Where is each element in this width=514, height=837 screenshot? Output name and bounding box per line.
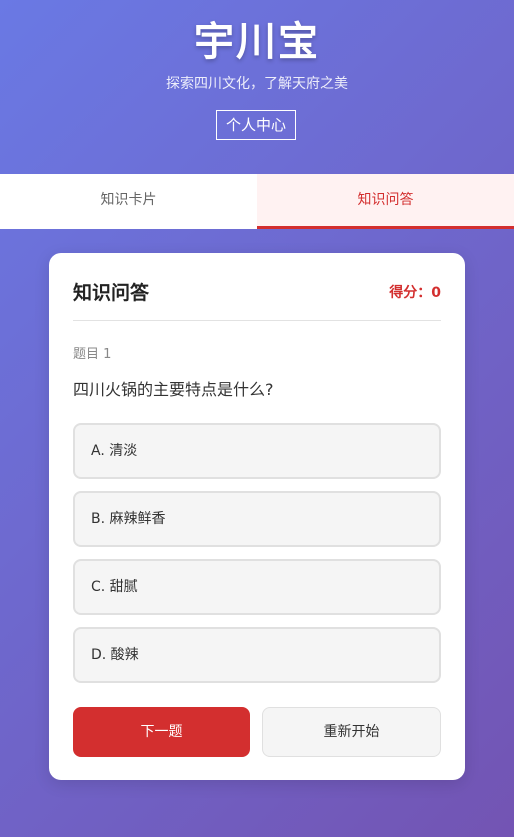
next-question-button[interactable]: 下一题 (73, 707, 250, 757)
tab-knowledge-cards[interactable]: 知识卡片 (0, 174, 257, 229)
question-text: 四川火锅的主要特点是什么? (73, 380, 274, 399)
app-title: 宇川宝 (194, 19, 320, 65)
app-subtitle: 探索四川文化，了解天府之美 (166, 76, 348, 92)
profile-button[interactable]: 个人中心 (216, 110, 296, 140)
option-c[interactable]: C. 甜腻 (73, 559, 441, 615)
app-header: 宇川宝 探索四川文化，了解天府之美 个人中心 (0, 0, 514, 174)
quiz-card: 知识问答 得分：0 题目 1 四川火锅的主要特点是什么? A. 清淡 B. 麻辣… (49, 253, 465, 780)
option-b[interactable]: B. 麻辣鲜香 (73, 491, 441, 547)
divider (73, 320, 441, 321)
quiz-title: 知识问答 (73, 282, 150, 304)
restart-button[interactable]: 重新开始 (262, 707, 441, 757)
question-number: 题目 1 (73, 347, 112, 362)
tab-knowledge-quiz[interactable]: 知识问答 (257, 174, 514, 229)
option-d[interactable]: D. 酸辣 (73, 627, 441, 683)
option-a[interactable]: A. 清淡 (73, 423, 441, 479)
tab-bar: 知识卡片 知识问答 (0, 174, 514, 229)
score-display: 得分：0 (389, 285, 441, 301)
